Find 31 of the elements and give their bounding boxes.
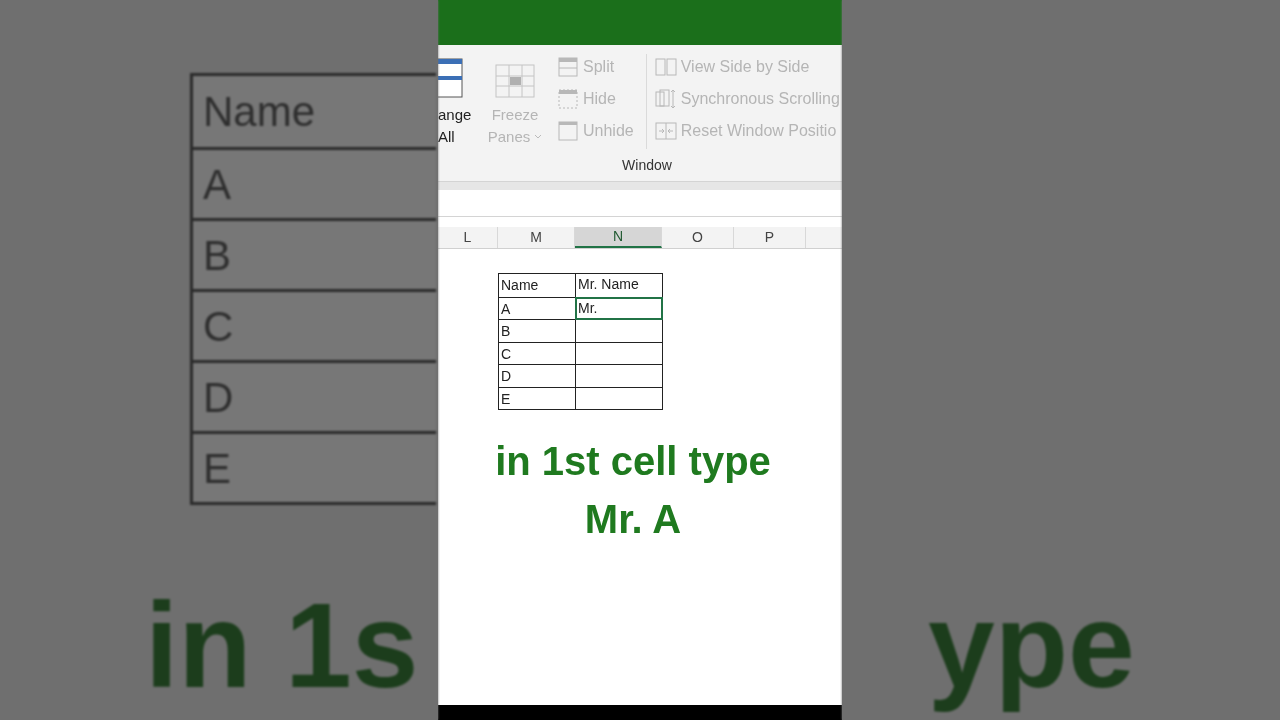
- arrange-all-button[interactable]: ange All: [438, 54, 478, 155]
- freeze-panes-icon: [495, 64, 535, 98]
- column-header[interactable]: O: [662, 227, 734, 248]
- table-cell[interactable]: Mr.: [576, 297, 662, 319]
- backdrop-cell: D: [193, 360, 436, 431]
- backdrop-caption: ype: [928, 577, 1136, 714]
- table-cell: Name: [499, 274, 576, 297]
- backdrop-caption: in 1s: [145, 585, 420, 705]
- caption: in 1st cell type Mr. A: [494, 438, 772, 543]
- reset-position-icon: [654, 121, 677, 141]
- backdrop-cell: C: [193, 289, 436, 360]
- side-by-side-icon: [654, 57, 677, 77]
- hide-icon: [558, 89, 578, 109]
- table-cell: D: [499, 365, 576, 387]
- column-header[interactable]: P: [734, 227, 806, 248]
- backdrop-cell: E: [193, 431, 436, 502]
- split-icon: [558, 57, 578, 77]
- table-cell[interactable]: Mr. Name: [576, 274, 662, 297]
- backdrop-cell: B: [193, 218, 436, 289]
- backdrop-cell: Name: [193, 76, 436, 147]
- table-cell: A: [499, 297, 576, 319]
- synchronous-scrolling-icon: [654, 89, 677, 109]
- caret-icon: [534, 134, 543, 140]
- group-label: Window: [621, 156, 673, 175]
- table-cell: B: [499, 320, 576, 342]
- column-header[interactable]: N: [575, 227, 662, 248]
- unhide-icon: [558, 121, 578, 141]
- table-cell: C: [499, 342, 576, 364]
- backdrop-cell: A: [193, 147, 436, 218]
- table-cell: E: [499, 387, 576, 409]
- column-header[interactable]: L: [438, 227, 498, 248]
